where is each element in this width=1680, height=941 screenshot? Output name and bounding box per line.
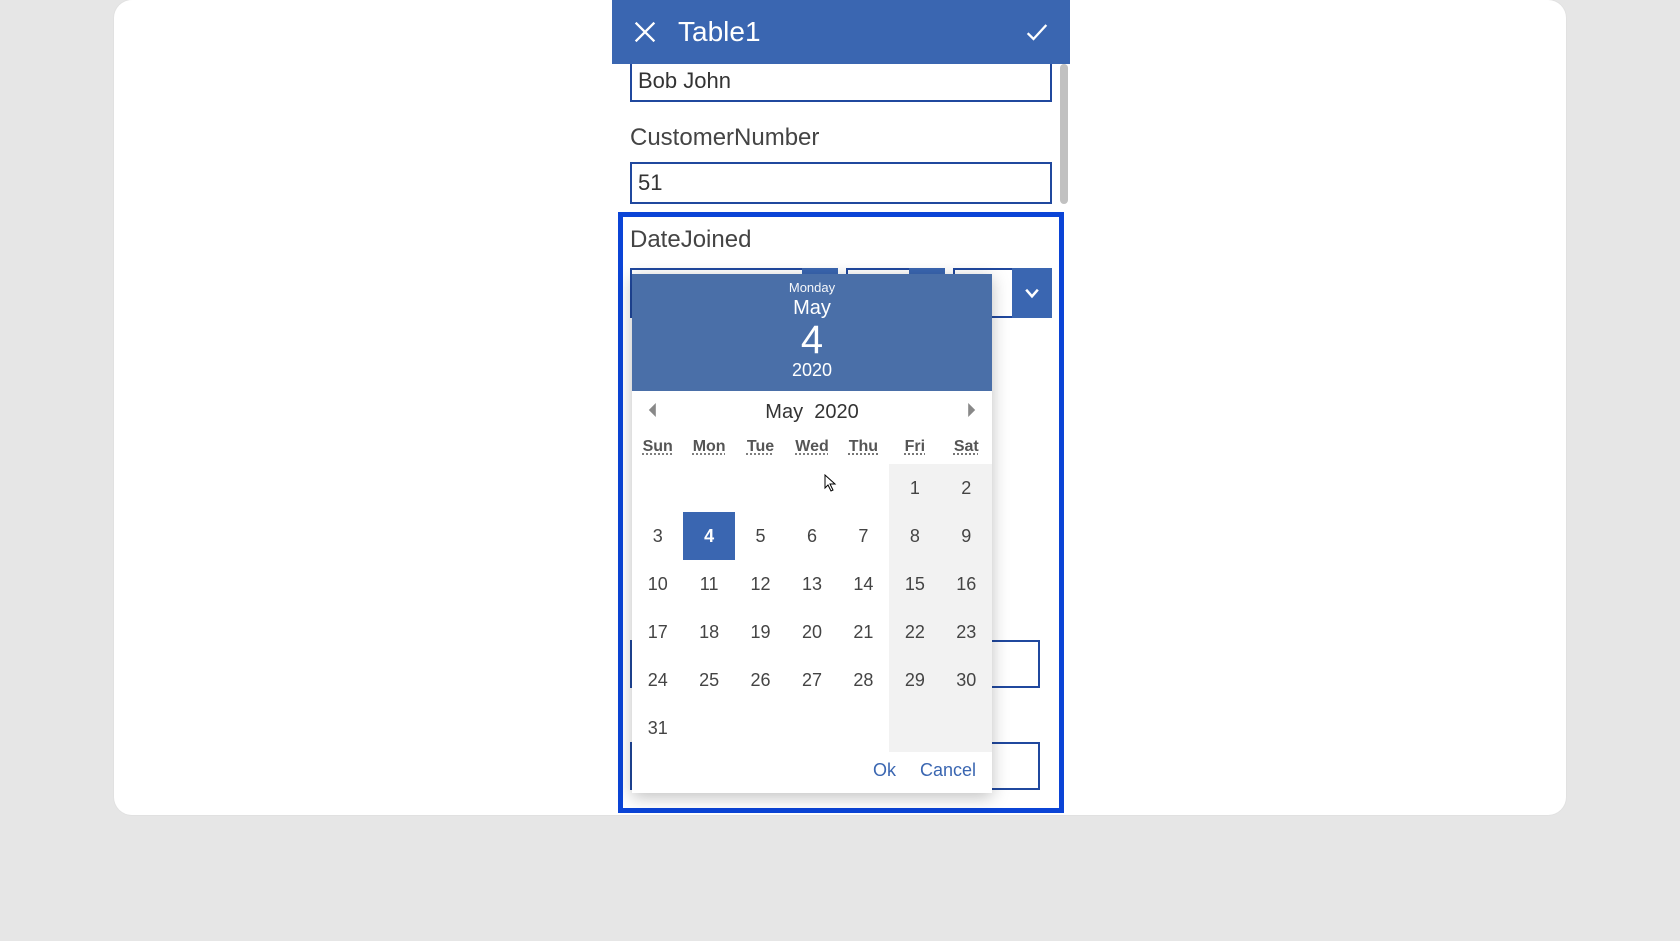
page-title: Table1 [678,16,1004,48]
calendar-nav: May 2020 [632,391,992,430]
calendar-empty [735,464,786,512]
calendar-dow-header: Mon [683,430,734,464]
calendar-day[interactable]: 22 [889,608,940,656]
calendar-popup: Monday May 4 2020 May 2020 Sun [632,274,992,793]
date-joined-label: DateJoined [630,226,1052,254]
calendar-day[interactable]: 19 [735,608,786,656]
calendar-day[interactable]: 15 [889,560,940,608]
calendar-day[interactable]: 20 [786,608,837,656]
calendar-month-year[interactable]: May 2020 [765,401,858,424]
calendar-day[interactable]: 12 [735,560,786,608]
form-content: CustomerNumber DateJoined [612,64,1070,815]
calendar-day[interactable]: 30 [941,656,992,704]
calendar-day[interactable]: 24 [632,656,683,704]
calendar-header-day: 4 [632,320,992,360]
calendar-day[interactable]: 16 [941,560,992,608]
calendar-header-year: 2020 [632,360,992,381]
calendar-nav-month: May [765,401,803,423]
calendar-day[interactable]: 26 [735,656,786,704]
calendar-header: Monday May 4 2020 [632,274,992,391]
calendar-day[interactable]: 8 [889,512,940,560]
calendar-day[interactable]: 23 [941,608,992,656]
calendar-empty [941,704,992,752]
next-month-icon[interactable] [964,403,978,422]
close-icon[interactable] [628,15,662,49]
background-field [986,742,1040,790]
scrollbar[interactable] [1060,64,1068,204]
chevron-down-icon[interactable] [1012,268,1052,318]
app-window: Table1 CustomerNumber DateJoined [612,0,1070,815]
calendar-day[interactable]: 11 [683,560,734,608]
calendar-dow-header: Thu [838,430,889,464]
calendar-empty [838,704,889,752]
calendar-day[interactable]: 28 [838,656,889,704]
calendar-day[interactable]: 25 [683,656,734,704]
submit-check-icon[interactable] [1020,15,1054,49]
cancel-button[interactable]: Cancel [920,760,976,781]
calendar-day[interactable]: 13 [786,560,837,608]
calendar-dow-header: Wed [786,430,837,464]
customer-number-label: CustomerNumber [630,124,1052,152]
calendar-actions: Ok Cancel [632,752,992,793]
calendar-day[interactable]: 31 [632,704,683,752]
background-field [986,640,1040,688]
calendar-day[interactable]: 10 [632,560,683,608]
calendar-dow-header: Sun [632,430,683,464]
calendar-empty [683,464,734,512]
calendar-day[interactable]: 1 [889,464,940,512]
calendar-empty [786,704,837,752]
calendar-grid: SunMonTueWedThuFriSat1234567891011121314… [632,430,992,752]
customer-number-field[interactable] [630,162,1052,204]
name-field[interactable] [630,64,1052,102]
calendar-day[interactable]: 2 [941,464,992,512]
calendar-day[interactable]: 18 [683,608,734,656]
calendar-day[interactable]: 4 [683,512,734,560]
calendar-day[interactable]: 7 [838,512,889,560]
calendar-empty [838,464,889,512]
calendar-empty [683,704,734,752]
titlebar: Table1 [612,0,1070,64]
calendar-day[interactable]: 17 [632,608,683,656]
calendar-empty [735,704,786,752]
calendar-day[interactable]: 5 [735,512,786,560]
calendar-dow-header: Fri [889,430,940,464]
calendar-day[interactable]: 27 [786,656,837,704]
outer-frame: Table1 CustomerNumber DateJoined [114,0,1566,815]
calendar-empty [632,464,683,512]
calendar-day[interactable]: 21 [838,608,889,656]
calendar-empty [889,704,940,752]
calendar-nav-year: 2020 [814,401,859,423]
calendar-header-month: May [632,297,992,320]
calendar-day[interactable]: 3 [632,512,683,560]
calendar-header-dow: Monday [632,280,992,295]
calendar-dow-header: Tue [735,430,786,464]
prev-month-icon[interactable] [646,403,660,422]
calendar-day[interactable]: 6 [786,512,837,560]
calendar-dow-header: Sat [941,430,992,464]
calendar-day[interactable]: 29 [889,656,940,704]
calendar-day[interactable]: 14 [838,560,889,608]
calendar-day[interactable]: 9 [941,512,992,560]
ok-button[interactable]: Ok [873,760,896,781]
mouse-cursor-icon [824,474,838,492]
